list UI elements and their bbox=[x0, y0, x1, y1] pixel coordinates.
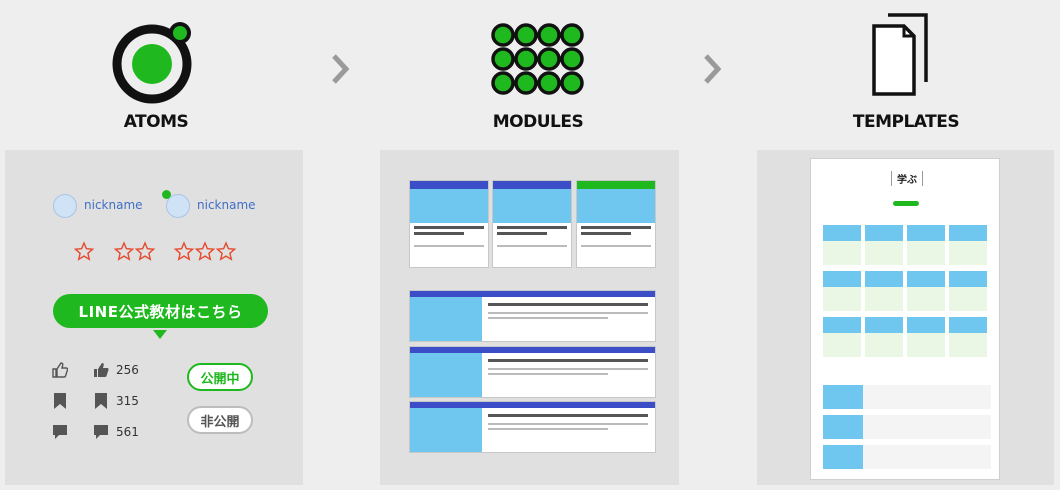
star-icon bbox=[194, 241, 216, 261]
templates-heading: TEMPLATES bbox=[852, 112, 960, 132]
thumbs-up-icon[interactable] bbox=[93, 362, 109, 378]
nickname-link[interactable]: nickname bbox=[84, 198, 143, 212]
star-icon bbox=[215, 241, 237, 261]
template-card-image[interactable] bbox=[865, 225, 903, 241]
template-course-image[interactable] bbox=[823, 415, 863, 439]
module-grid-icon bbox=[491, 23, 584, 95]
modules-heading: MODULES bbox=[492, 112, 584, 132]
course-row-card[interactable] bbox=[409, 401, 656, 453]
template-course-image[interactable] bbox=[823, 385, 863, 409]
atom-ring-icon bbox=[112, 22, 192, 104]
course-row-card[interactable] bbox=[409, 346, 656, 398]
module-dot bbox=[537, 23, 561, 47]
template-card-image[interactable] bbox=[823, 225, 861, 241]
module-dot bbox=[491, 23, 515, 47]
template-card-image[interactable] bbox=[949, 271, 987, 287]
thumbs-up-icon bbox=[52, 362, 68, 378]
module-dot bbox=[491, 47, 515, 71]
like-count: 256 bbox=[116, 363, 139, 377]
template-course-image[interactable] bbox=[823, 445, 863, 469]
module-dot bbox=[491, 71, 515, 95]
private-status-pill[interactable]: 非公開 bbox=[187, 406, 253, 434]
line-official-button[interactable]: LINE公式教材はこちら bbox=[53, 294, 268, 328]
avatar bbox=[53, 194, 77, 218]
module-dot bbox=[560, 71, 584, 95]
template-page-title: 学ぶ bbox=[891, 171, 923, 186]
star-rating bbox=[74, 241, 237, 261]
lesson-card[interactable] bbox=[492, 180, 572, 268]
bookmark-icon bbox=[54, 393, 66, 409]
module-dot bbox=[514, 23, 538, 47]
public-status-pill[interactable]: 公開中 bbox=[187, 363, 253, 391]
template-card-image[interactable] bbox=[865, 317, 903, 333]
module-dot bbox=[560, 23, 584, 47]
template-card-image[interactable] bbox=[865, 271, 903, 287]
module-dot bbox=[514, 71, 538, 95]
comment-icon bbox=[53, 425, 67, 439]
course-row-card[interactable] bbox=[409, 290, 656, 342]
module-dot bbox=[560, 47, 584, 71]
nickname-link[interactable]: nickname bbox=[197, 198, 256, 212]
atoms-heading: ATOMS bbox=[123, 112, 189, 132]
chevron-right-icon bbox=[332, 54, 350, 84]
lesson-card[interactable] bbox=[409, 180, 489, 268]
lesson-card[interactable] bbox=[576, 180, 656, 268]
template-card-image[interactable] bbox=[907, 317, 945, 333]
template-card-image[interactable] bbox=[823, 317, 861, 333]
template-card-image[interactable] bbox=[907, 225, 945, 241]
star-icon bbox=[113, 241, 135, 261]
chevron-right-icon bbox=[704, 54, 722, 84]
badge-icon bbox=[162, 190, 171, 199]
module-dot bbox=[537, 71, 561, 95]
star-icon bbox=[173, 241, 195, 261]
template-green-bar bbox=[893, 201, 919, 206]
caret-down-icon bbox=[153, 330, 167, 339]
module-dot bbox=[514, 47, 538, 71]
template-card-image[interactable] bbox=[949, 317, 987, 333]
star-icon bbox=[134, 241, 156, 261]
template-page: 学ぶ bbox=[810, 158, 1000, 480]
bookmark-icon[interactable] bbox=[95, 393, 107, 409]
documents-icon bbox=[872, 13, 928, 96]
comment-count: 561 bbox=[116, 425, 139, 439]
comment-icon[interactable] bbox=[93, 424, 109, 440]
bookmark-count: 315 bbox=[116, 394, 139, 408]
star-icon bbox=[74, 241, 95, 261]
template-card-image[interactable] bbox=[823, 271, 861, 287]
module-dot bbox=[537, 47, 561, 71]
template-card-image[interactable] bbox=[949, 225, 987, 241]
template-card-image[interactable] bbox=[907, 271, 945, 287]
